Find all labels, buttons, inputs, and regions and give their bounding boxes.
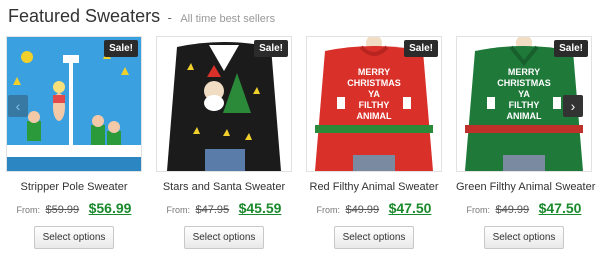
product-name[interactable]: Red Filthy Animal Sweater xyxy=(306,181,442,195)
sweater-image: MERRY CHRISTMAS YA FILTHY ANIMAL xyxy=(307,37,441,171)
select-options-button[interactable]: Select options xyxy=(333,226,415,249)
sale-badge: Sale! xyxy=(554,40,588,57)
product-name[interactable]: Green Filthy Animal Sweater xyxy=(456,181,595,195)
sale-price: $56.99 xyxy=(88,200,132,216)
sale-price: $45.59 xyxy=(238,200,282,216)
product-card: MERRY CHRISTMAS YA FILTHY ANIMAL Sale! R… xyxy=(306,36,442,249)
section-header: Featured Sweaters - All time best seller… xyxy=(8,6,275,27)
svg-text:MERRY: MERRY xyxy=(358,67,390,77)
original-price: $49.99 xyxy=(495,204,530,216)
svg-text:YA: YA xyxy=(518,89,530,99)
original-price: $59.99 xyxy=(45,204,80,216)
select-options-button[interactable]: Select options xyxy=(33,226,115,249)
svg-text:YA: YA xyxy=(368,89,380,99)
select-options-button[interactable]: Select options xyxy=(483,226,565,249)
product-image[interactable]: Sale! xyxy=(156,36,292,172)
chevron-right-icon: › xyxy=(570,98,576,114)
sale-price: $47.50 xyxy=(538,200,582,216)
product-price: From: $49.99 $47.50 xyxy=(306,200,442,220)
product-image[interactable]: MERRY CHRISTMAS YA FILTHY ANIMAL Sale! xyxy=(306,36,442,172)
price-from-label: From: xyxy=(466,205,491,215)
product-card: Sale! Stars and Santa Sweater From: $47.… xyxy=(156,36,292,249)
product-price: From: $49.99 $47.50 xyxy=(456,200,592,220)
price-from-label: From: xyxy=(16,205,41,215)
product-price: From: $59.99 $56.99 xyxy=(6,200,142,220)
svg-text:FILTHY: FILTHY xyxy=(359,100,390,110)
price-from-label: From: xyxy=(316,205,341,215)
sale-badge: Sale! xyxy=(404,40,438,57)
price-from-label: From: xyxy=(166,205,191,215)
sale-badge: Sale! xyxy=(254,40,288,57)
product-name[interactable]: Stripper Pole Sweater xyxy=(6,181,142,195)
svg-text:ANIMAL: ANIMAL xyxy=(357,111,392,121)
svg-text:ANIMAL: ANIMAL xyxy=(507,111,542,121)
product-price: From: $47.95 $45.59 xyxy=(156,200,292,220)
section-subtitle: All time best sellers xyxy=(180,13,276,25)
original-price: $47.95 xyxy=(195,204,230,216)
section-title: Featured Sweaters xyxy=(8,6,161,26)
carousel-next-button[interactable]: › xyxy=(563,95,583,117)
product-card: MERRY CHRISTMAS YA FILTHY ANIMAL Sale! G… xyxy=(456,36,595,249)
svg-text:MERRY: MERRY xyxy=(508,67,540,77)
svg-text:CHRISTMAS: CHRISTMAS xyxy=(347,78,401,88)
sale-price: $47.50 xyxy=(388,200,432,216)
product-name[interactable]: Stars and Santa Sweater xyxy=(156,181,292,195)
chevron-left-icon: ‹ xyxy=(15,98,21,114)
sale-badge: Sale! xyxy=(104,40,138,57)
sweater-image xyxy=(157,37,291,171)
carousel-prev-button[interactable]: ‹ xyxy=(8,95,28,117)
svg-text:CHRISTMAS: CHRISTMAS xyxy=(497,78,551,88)
select-options-button[interactable]: Select options xyxy=(183,226,265,249)
product-card: Sale! Stripper Pole Sweater From: $59.99… xyxy=(6,36,142,249)
original-price: $49.99 xyxy=(345,204,380,216)
header-separator: - xyxy=(167,10,172,25)
svg-text:FILTHY: FILTHY xyxy=(509,100,540,110)
